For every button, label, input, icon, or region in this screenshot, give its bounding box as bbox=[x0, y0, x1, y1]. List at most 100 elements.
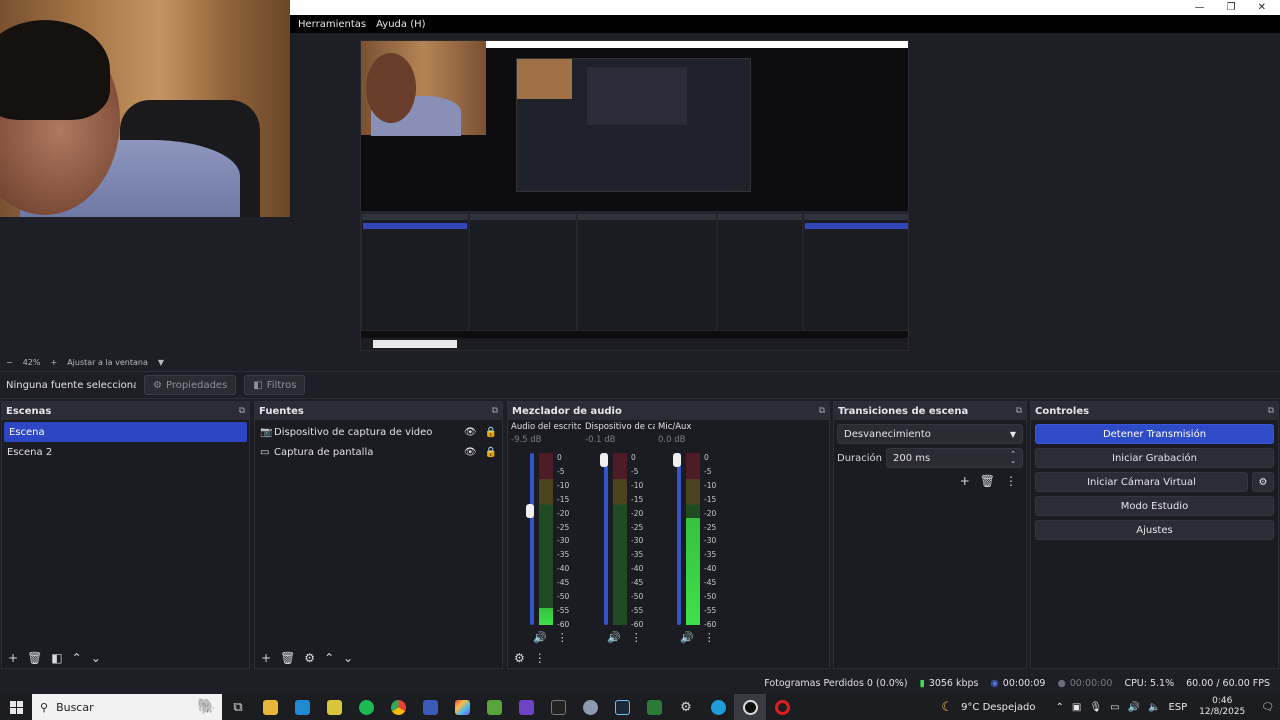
speaker-icon[interactable]: 🔈 bbox=[1148, 702, 1160, 713]
record-time: 00:00:00 bbox=[1069, 677, 1113, 689]
menu-item-help[interactable]: Ayuda (H) bbox=[376, 19, 425, 30]
dock-float-icon[interactable]: ⧉ bbox=[239, 406, 245, 416]
weather-text[interactable]: 9°C Despejado bbox=[961, 702, 1035, 713]
steam-icon[interactable] bbox=[606, 694, 638, 720]
app-icon[interactable] bbox=[414, 694, 446, 720]
source-item[interactable]: ▭ Captura de pantalla 👁 🔒 bbox=[255, 442, 502, 462]
clock[interactable]: 0:46 12/8/2025 bbox=[1199, 696, 1245, 718]
add-scene-icon[interactable]: + bbox=[8, 651, 18, 665]
app-icon[interactable] bbox=[318, 694, 350, 720]
stepper-arrows-icon[interactable]: ⌃ ⌄ bbox=[1010, 451, 1016, 465]
remove-transition-icon[interactable]: 🗑 bbox=[980, 474, 995, 488]
fit-dropdown-caret-icon[interactable]: ▼ bbox=[158, 358, 164, 367]
transition-select[interactable]: Desvanecimiento ▼ bbox=[837, 424, 1023, 444]
meter-scale-tick: -25 bbox=[631, 522, 644, 532]
transition-menu-icon[interactable]: ⋮ bbox=[1005, 474, 1017, 488]
edge-icon[interactable] bbox=[702, 694, 734, 720]
mixer-menu-icon[interactable]: ⋮ bbox=[534, 651, 546, 665]
opera-icon[interactable] bbox=[766, 694, 798, 720]
source-properties-icon[interactable]: ⚙ bbox=[304, 651, 315, 665]
close-button[interactable]: ✕ bbox=[1258, 2, 1266, 13]
move-up-icon[interactable]: ⌃ bbox=[324, 651, 334, 665]
lock-icon[interactable]: 🔒 bbox=[485, 427, 497, 438]
dock-float-icon[interactable]: ⧉ bbox=[1268, 406, 1274, 416]
channel-menu-icon[interactable]: ⋮ bbox=[704, 631, 715, 644]
add-source-icon[interactable]: + bbox=[261, 651, 271, 665]
dock-float-icon[interactable]: ⧉ bbox=[819, 406, 825, 416]
duration-stepper[interactable]: 200 ms ⌃ ⌄ bbox=[886, 448, 1023, 468]
meter-scale-tick: -20 bbox=[557, 508, 570, 518]
virtual-camera-settings-button[interactable]: ⚙ bbox=[1252, 472, 1274, 492]
filter-icon: ◧ bbox=[253, 379, 263, 391]
vscode-icon[interactable] bbox=[286, 694, 318, 720]
scene-item[interactable]: Escena 2 bbox=[2, 442, 249, 462]
stop-stream-button[interactable]: Detener Transmisión bbox=[1035, 424, 1274, 444]
restore-button[interactable]: ❐ bbox=[1227, 2, 1236, 13]
speaker-icon[interactable]: 🔊 bbox=[533, 631, 547, 644]
volume-icon[interactable]: 🔊 bbox=[1128, 702, 1140, 713]
spotify-icon[interactable] bbox=[350, 694, 382, 720]
volume-slider-handle[interactable] bbox=[600, 453, 608, 467]
remove-source-icon[interactable]: 🗑 bbox=[280, 651, 295, 665]
task-view-icon[interactable]: ⧉ bbox=[222, 694, 254, 720]
volume-slider-handle[interactable] bbox=[526, 503, 534, 518]
move-down-icon[interactable]: ⌄ bbox=[343, 651, 353, 665]
meter-scale-tick: -60 bbox=[704, 619, 717, 629]
notification-icon[interactable]: 🗨 bbox=[1261, 702, 1274, 713]
remove-scene-icon[interactable]: 🗑 bbox=[27, 651, 42, 665]
minecraft-icon[interactable] bbox=[478, 694, 510, 720]
advanced-audio-icon[interactable]: ⚙ bbox=[514, 651, 525, 665]
menu-item-tools[interactable]: Herramientas bbox=[298, 19, 366, 30]
transitions-title: Transiciones de escena bbox=[838, 405, 969, 417]
language-indicator[interactable]: ESP bbox=[1168, 702, 1187, 713]
speaker-icon[interactable]: 🔊 bbox=[680, 631, 694, 644]
properties-button[interactable]: ⚙ Propiedades bbox=[144, 375, 237, 395]
start-virtual-camera-button[interactable]: Iniciar Cámara Virtual bbox=[1035, 472, 1248, 492]
volume-slider-track[interactable] bbox=[604, 453, 608, 625]
zoom-in-button[interactable]: + bbox=[50, 358, 57, 367]
app-icon[interactable] bbox=[446, 694, 478, 720]
network-icon[interactable]: ▭ bbox=[1110, 702, 1119, 713]
meter-scale-tick: -35 bbox=[557, 550, 570, 560]
twitch-icon[interactable] bbox=[510, 694, 542, 720]
dock-float-icon[interactable]: ⧉ bbox=[1016, 406, 1022, 416]
settings-icon[interactable]: ⚙ bbox=[670, 694, 702, 720]
minimize-button[interactable]: — bbox=[1195, 2, 1205, 13]
app-icon[interactable] bbox=[542, 694, 574, 720]
add-transition-icon[interactable]: + bbox=[960, 474, 970, 488]
taskbar-search-box[interactable]: ⚲ Buscar 🐘 bbox=[32, 694, 222, 720]
app-icon[interactable] bbox=[638, 694, 670, 720]
move-down-icon[interactable]: ⌄ bbox=[91, 651, 101, 665]
filters-button[interactable]: ◧ Filtros bbox=[244, 375, 306, 395]
microphone-icon[interactable]: 🎙 bbox=[1089, 702, 1102, 713]
channel-menu-icon[interactable]: ⋮ bbox=[557, 631, 568, 644]
meter-scale-tick: -20 bbox=[631, 508, 644, 518]
app-tray-icon[interactable]: ▣ bbox=[1072, 702, 1081, 713]
windows-start-icon[interactable] bbox=[0, 694, 32, 720]
lock-icon[interactable]: 🔒 bbox=[485, 447, 497, 458]
file-explorer-icon[interactable] bbox=[254, 694, 286, 720]
chevron-up-icon[interactable]: ⌃ bbox=[1056, 702, 1064, 713]
visibility-eye-icon[interactable]: 👁 bbox=[464, 427, 477, 438]
chrome-icon[interactable] bbox=[382, 694, 414, 720]
settings-button[interactable]: Ajustes bbox=[1035, 520, 1274, 540]
scene-filters-icon[interactable]: ◧ bbox=[51, 651, 62, 665]
volume-slider-handle[interactable] bbox=[673, 453, 681, 467]
start-recording-button[interactable]: Iniciar Grabación bbox=[1035, 448, 1274, 468]
obs-icon[interactable] bbox=[734, 694, 766, 720]
studio-mode-button[interactable]: Modo Estudio bbox=[1035, 496, 1274, 516]
volume-slider-track[interactable] bbox=[677, 453, 681, 625]
channel-menu-icon[interactable]: ⋮ bbox=[631, 631, 642, 644]
volume-slider-track[interactable] bbox=[530, 453, 534, 625]
app-icon[interactable] bbox=[574, 694, 606, 720]
scene-item[interactable]: Escena bbox=[4, 422, 247, 442]
speaker-icon[interactable]: 🔊 bbox=[607, 631, 621, 644]
source-item[interactable]: 📷 Dispositivo de captura de video 👁 🔒 bbox=[255, 422, 502, 442]
zoom-out-button[interactable]: − bbox=[6, 358, 13, 367]
move-up-icon[interactable]: ⌃ bbox=[72, 651, 82, 665]
preview-canvas[interactable] bbox=[360, 40, 909, 351]
fit-window-label[interactable]: Ajustar a la ventana bbox=[67, 358, 148, 367]
record-icon: ● bbox=[1057, 677, 1066, 689]
visibility-eye-icon[interactable]: 👁 bbox=[464, 447, 477, 458]
dock-float-icon[interactable]: ⧉ bbox=[492, 406, 498, 416]
